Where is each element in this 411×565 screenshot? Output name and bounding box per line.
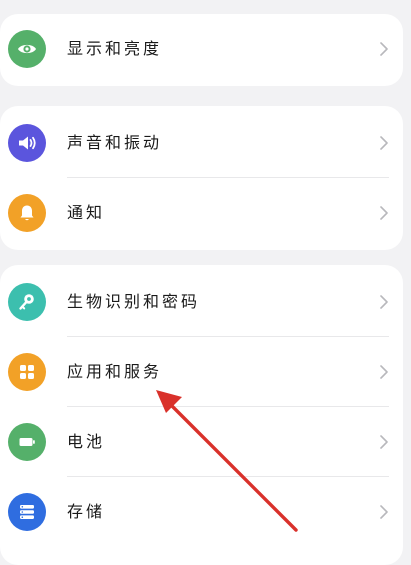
settings-item-label: 显示和亮度 [67, 39, 163, 58]
settings-item-battery[interactable]: 电池 [0, 407, 403, 477]
settings-item-label: 应用和服务 [67, 362, 163, 381]
chevron-right-icon [380, 206, 388, 220]
speaker-icon [8, 124, 46, 162]
settings-item-display-brightness[interactable]: 显示和亮度 [0, 14, 403, 84]
bell-icon [8, 194, 46, 232]
settings-group-display: 显示和亮度 [0, 14, 403, 86]
settings-group-security-apps: 生物识别和密码 应用和服务 电池 存储 [0, 265, 403, 565]
settings-item-label: 生物识别和密码 [67, 292, 201, 311]
chevron-right-icon [380, 435, 388, 449]
settings-item-sound-vibration[interactable]: 声音和振动 [0, 108, 403, 178]
settings-item-apps-services[interactable]: 应用和服务 [0, 337, 403, 407]
chevron-right-icon [380, 42, 388, 56]
settings-item-label: 声音和振动 [67, 133, 163, 152]
chevron-right-icon [380, 505, 388, 519]
settings-group-sound-notifications: 声音和振动 通知 [0, 106, 403, 250]
settings-item-biometrics-password[interactable]: 生物识别和密码 [0, 267, 403, 337]
settings-item-label: 存储 [67, 502, 106, 521]
chevron-right-icon [380, 295, 388, 309]
settings-item-label: 电池 [67, 432, 106, 451]
settings-item-notifications[interactable]: 通知 [0, 178, 403, 248]
settings-item-label: 通知 [67, 203, 106, 222]
chevron-right-icon [380, 365, 388, 379]
settings-item-storage[interactable]: 存储 [0, 477, 403, 547]
chevron-right-icon [380, 136, 388, 150]
battery-icon [8, 423, 46, 461]
eye-icon [8, 30, 46, 68]
key-icon [8, 283, 46, 321]
storage-icon [8, 493, 46, 531]
apps-grid-icon [8, 353, 46, 391]
